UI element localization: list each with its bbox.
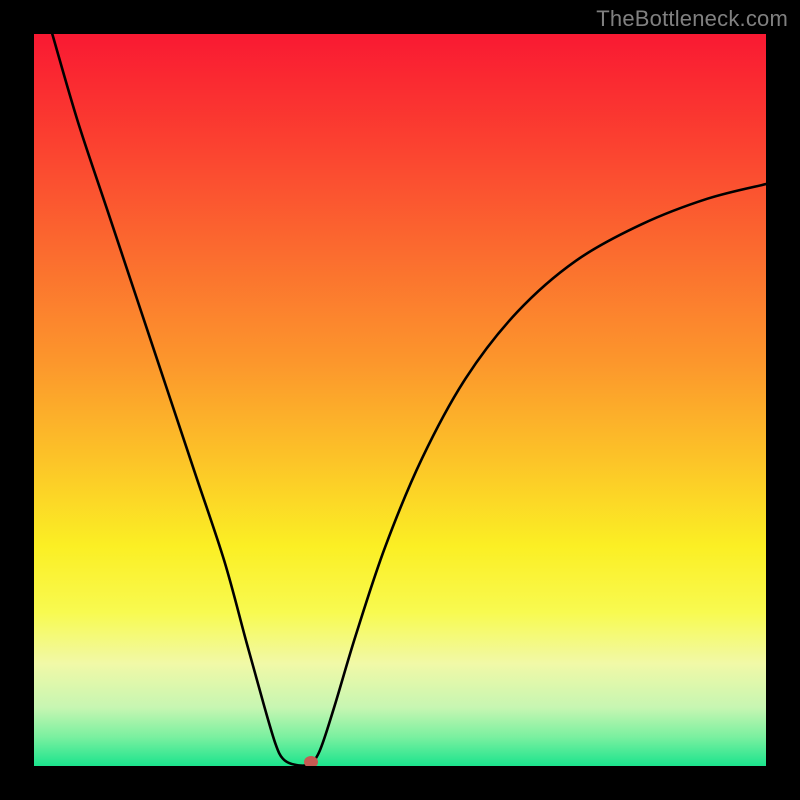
curve-layer bbox=[34, 34, 766, 766]
plot-area bbox=[34, 34, 766, 766]
chart-frame: TheBottleneck.com bbox=[0, 0, 800, 800]
optimal-point-marker bbox=[304, 756, 318, 766]
watermark-text: TheBottleneck.com bbox=[596, 6, 788, 32]
bottleneck-curve bbox=[52, 34, 766, 766]
